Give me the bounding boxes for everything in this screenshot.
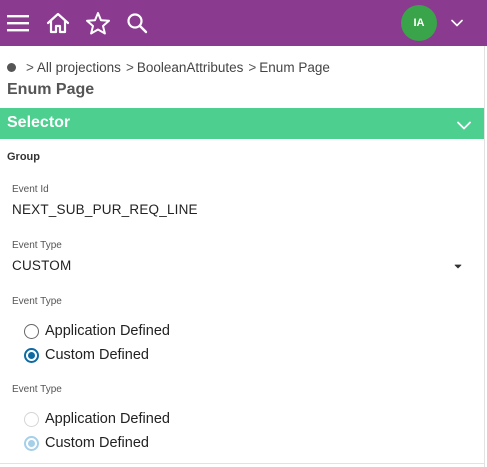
selector-title: Selector bbox=[7, 114, 71, 131]
chevron-right-icon: > bbox=[248, 59, 257, 75]
chevron-down-icon[interactable] bbox=[457, 117, 471, 135]
event-type-radio-label: Event Type bbox=[12, 296, 62, 307]
radio-button-disabled-selected bbox=[24, 435, 39, 451]
top-bar: IA bbox=[0, 0, 487, 46]
breadcrumb-all-projections[interactable]: All projections bbox=[37, 60, 121, 75]
group-title: Group bbox=[7, 151, 40, 163]
breadcrumb: > All projections > BooleanAttributes > … bbox=[7, 58, 335, 76]
avatar[interactable]: IA bbox=[401, 5, 437, 41]
chevron-right-icon: > bbox=[125, 59, 134, 75]
event-type-select[interactable]: CUSTOM bbox=[12, 258, 71, 273]
breadcrumb-enum-page: Enum Page bbox=[259, 59, 330, 75]
radio-option-label: Application Defined bbox=[45, 411, 170, 427]
menu-icon[interactable] bbox=[5, 0, 31, 46]
event-type-radio-disabled-label: Event Type bbox=[12, 384, 62, 395]
chevron-right-icon: > bbox=[26, 59, 34, 75]
radio-button-disabled bbox=[24, 411, 39, 427]
breadcrumb-home-icon[interactable] bbox=[7, 62, 16, 72]
event-type-select-label: Event Type bbox=[12, 240, 62, 251]
radio-option-label: Custom Defined bbox=[45, 347, 149, 363]
radio-button-selected[interactable] bbox=[24, 347, 39, 363]
chevron-down-icon[interactable] bbox=[449, 0, 465, 46]
star-icon[interactable] bbox=[84, 0, 112, 46]
radio-custom-defined-disabled: Custom Defined bbox=[24, 433, 149, 453]
radio-application-defined[interactable]: Application Defined bbox=[24, 321, 170, 341]
radio-button[interactable] bbox=[24, 323, 39, 339]
radio-custom-defined[interactable]: Custom Defined bbox=[24, 345, 149, 365]
selector-header[interactable]: Selector bbox=[0, 108, 484, 139]
radio-option-label: Application Defined bbox=[45, 323, 170, 339]
panel-border bbox=[484, 46, 485, 467]
radio-option-label: Custom Defined bbox=[45, 435, 149, 451]
event-id-label: Event Id bbox=[12, 184, 49, 195]
page-title: Enum Page bbox=[7, 81, 95, 98]
caret-down-icon[interactable] bbox=[454, 256, 462, 274]
breadcrumb-booleanattributes[interactable]: BooleanAttributes bbox=[137, 60, 244, 75]
home-icon[interactable] bbox=[45, 0, 71, 46]
radio-application-defined-disabled: Application Defined bbox=[24, 409, 170, 429]
event-id-value: NEXT_SUB_PUR_REQ_LINE bbox=[12, 202, 198, 217]
panel-border bbox=[0, 463, 485, 464]
avatar-initials: IA bbox=[413, 17, 425, 29]
search-icon[interactable] bbox=[125, 0, 149, 46]
